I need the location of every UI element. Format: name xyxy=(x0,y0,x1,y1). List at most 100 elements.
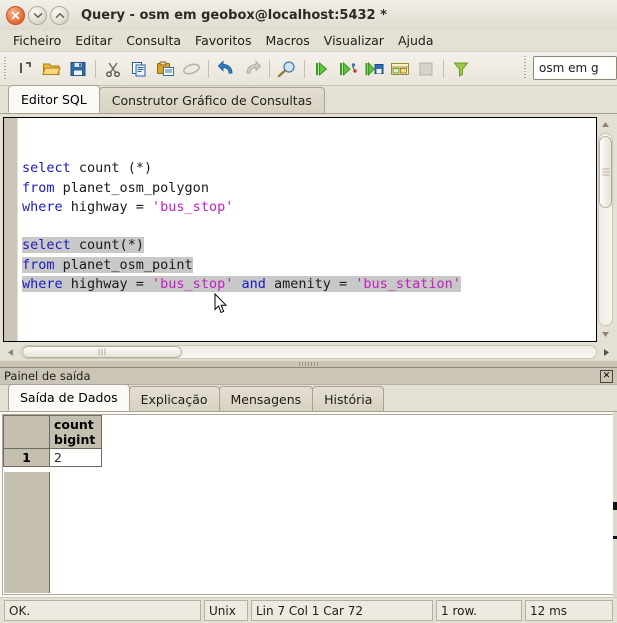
sql-line xyxy=(22,217,596,236)
menu-item-ficheiro[interactable]: Ficheiro xyxy=(6,31,68,50)
menu-item-editar[interactable]: Editar xyxy=(68,31,119,50)
undo-arrow-icon[interactable] xyxy=(213,56,239,82)
vscroll-track[interactable] xyxy=(598,133,613,326)
pgadmin-query-window: Query - osm em geobox@localhost:5432 * F… xyxy=(0,0,617,623)
sql-token-id: planet_osm_point xyxy=(54,256,193,273)
editor-gutter xyxy=(4,118,18,341)
vscroll-thumb-grip xyxy=(602,168,609,176)
cut-icon[interactable] xyxy=(100,56,126,82)
query-builder-icon[interactable] xyxy=(387,56,413,82)
grid-corner-cell[interactable] xyxy=(3,415,50,449)
data-grid-wrapper: count bigint 1 2 xyxy=(0,412,617,597)
editor-vertical-scrollbar[interactable] xyxy=(597,117,614,342)
grid-row-header-gutter xyxy=(4,472,50,593)
open-folder-icon[interactable] xyxy=(39,56,65,82)
sql-editor-box[interactable]: select count (*) from planet_osm_polygonw… xyxy=(3,117,597,342)
sql-editor-area: select count (*) from planet_osm_polygonw… xyxy=(0,114,617,342)
status-row-count: 1 row. xyxy=(436,600,522,621)
tab-saida-de-dados[interactable]: Saída de Dados xyxy=(8,384,130,411)
sql-token-id: (*) xyxy=(119,160,153,177)
sql-selected-text: where highway = 'bus_stop' and amenity =… xyxy=(22,276,461,293)
sql-token-kw: where xyxy=(22,198,63,215)
column-type: bigint xyxy=(54,432,96,447)
status-message: OK. xyxy=(4,600,201,621)
hscroll-thumb[interactable] xyxy=(22,346,182,358)
sql-line: from planet_osm_point xyxy=(22,256,596,275)
scroll-right-arrow-icon[interactable] xyxy=(599,345,614,360)
sql-line: select count (*) xyxy=(22,159,596,178)
menu-item-consulta[interactable]: Consulta xyxy=(119,31,188,50)
grid-right-strip xyxy=(613,412,617,597)
tab-explicacao[interactable]: Explicação xyxy=(128,386,220,411)
paste-icon[interactable] xyxy=(152,56,178,82)
sql-line: where highway = 'bus_stop' xyxy=(22,198,596,217)
sql-token-id: count(*) xyxy=(78,237,144,254)
toolbar-separator xyxy=(443,59,444,78)
menu-item-macros[interactable]: Macros xyxy=(258,31,316,50)
column-header-count[interactable]: count bigint xyxy=(49,415,102,449)
sql-token-id: count xyxy=(78,160,120,177)
hscroll-track[interactable] xyxy=(20,345,597,359)
redo-arrow-icon[interactable] xyxy=(239,56,265,82)
eraser-icon[interactable] xyxy=(178,56,204,82)
table-header-row: count bigint xyxy=(3,415,102,449)
tab-mensagens[interactable]: Mensagens xyxy=(218,386,314,411)
sql-token-id: amenity = xyxy=(265,276,356,293)
minimize-window-icon[interactable] xyxy=(28,5,47,25)
combo-drag-handle[interactable] xyxy=(522,56,529,80)
menu-item-ajuda[interactable]: Ajuda xyxy=(391,31,441,50)
table-row[interactable]: 1 2 xyxy=(3,448,102,467)
sql-text: from planet_osm_polygon xyxy=(22,180,209,196)
sql-text: select count (*) xyxy=(22,160,152,176)
row-number[interactable]: 1 xyxy=(3,448,50,467)
tab-editor-sql[interactable]: Editor SQL xyxy=(8,85,100,113)
output-panel: Painel de saída ✕ Saída de Dados Explica… xyxy=(0,367,617,597)
scroll-down-arrow-icon[interactable] xyxy=(598,327,613,342)
menu-item-favoritos[interactable]: Favoritos xyxy=(188,31,258,50)
new-query-icon[interactable] xyxy=(13,56,39,82)
sql-line xyxy=(22,140,596,159)
explain-query-icon[interactable] xyxy=(335,56,361,82)
sql-selected-text: from planet_osm_point xyxy=(22,256,193,273)
sql-token-kw: from xyxy=(22,256,55,273)
stop-query-icon[interactable] xyxy=(413,56,439,82)
toolbar-separator xyxy=(208,59,209,78)
output-tabstrip: Saída de Dados Explicação Mensagens Hist… xyxy=(0,384,617,412)
sql-token-kw: from xyxy=(22,179,55,196)
sql-line: select count(*) xyxy=(22,236,596,255)
toolbar-drag-handle[interactable] xyxy=(2,56,9,81)
status-duration: 12 ms xyxy=(525,600,613,621)
data-grid[interactable]: count bigint 1 2 xyxy=(2,414,615,595)
splitter-grip xyxy=(298,362,319,366)
tab-historia[interactable]: História xyxy=(312,386,385,411)
sql-token-kw: and xyxy=(241,276,266,293)
close-output-panel-icon[interactable]: ✕ xyxy=(600,369,613,383)
status-bar: OK. Unix Lin 7 Col 1 Car 72 1 row. 12 ms xyxy=(0,597,617,623)
magnifier-icon[interactable] xyxy=(274,56,300,82)
close-window-icon[interactable] xyxy=(6,5,25,25)
execute-to-file-icon[interactable] xyxy=(361,56,387,82)
tab-construtor-grafico[interactable]: Construtor Gráfico de Consultas xyxy=(98,87,325,113)
cell-count[interactable]: 2 xyxy=(49,448,102,467)
toolbar-separator xyxy=(269,59,270,78)
execute-query-icon[interactable] xyxy=(309,56,335,82)
vscroll-thumb[interactable] xyxy=(599,136,612,208)
grid-scroll-marks-2 xyxy=(613,536,617,539)
sql-code[interactable]: select count (*) from planet_osm_polygonw… xyxy=(18,118,596,341)
sql-token-kw: select xyxy=(22,160,71,177)
connection-combo[interactable]: osm em g xyxy=(533,56,617,80)
menu-item-visualizar[interactable]: Visualizar xyxy=(317,31,391,50)
save-file-icon[interactable] xyxy=(65,56,91,82)
copy-icon[interactable] xyxy=(126,56,152,82)
editor-horizontal-scrollbar[interactable] xyxy=(3,344,614,360)
toolbar-separator xyxy=(304,59,305,78)
filter-funnel-icon[interactable] xyxy=(448,56,474,82)
status-cursor-position: Lin 7 Col 1 Car 72 xyxy=(251,600,433,621)
maximize-window-icon[interactable] xyxy=(50,5,69,25)
panel-splitter[interactable] xyxy=(0,360,617,367)
window-title: Query - osm em geobox@localhost:5432 * xyxy=(81,7,387,23)
sql-text: where highway = 'bus_stop' xyxy=(22,199,233,215)
scroll-left-arrow-icon[interactable] xyxy=(3,345,18,360)
sql-token-str: 'bus_stop' xyxy=(152,276,234,293)
scroll-up-arrow-icon[interactable] xyxy=(598,117,613,132)
